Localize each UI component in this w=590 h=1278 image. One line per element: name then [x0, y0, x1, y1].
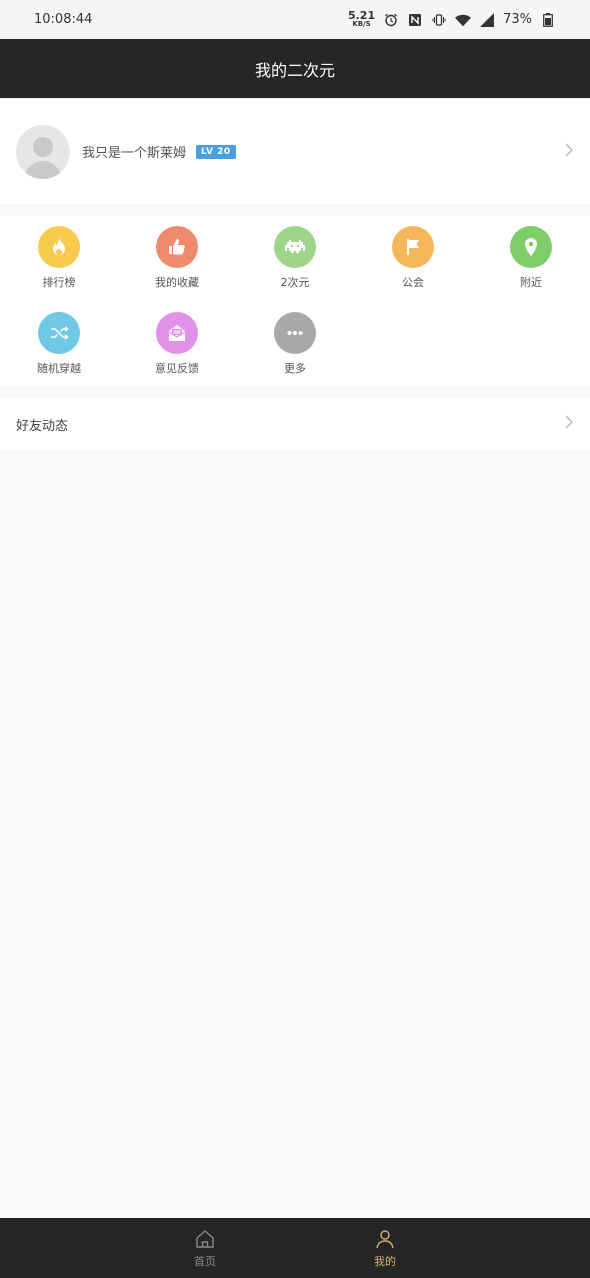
grid-label: 我的收藏: [155, 276, 199, 289]
grid-icon-bg: [392, 226, 434, 268]
battery-percent: 73%: [503, 12, 532, 27]
grid-item-favorites[interactable]: 我的收藏: [118, 226, 236, 290]
home-icon: [196, 1229, 214, 1248]
level-badge: LV 20: [196, 144, 236, 159]
grid-label: 更多: [284, 362, 306, 375]
net-speed: 5.21 KB/S: [347, 8, 376, 29]
signal-icon: [479, 12, 495, 27]
mail-open-icon: [168, 325, 186, 341]
vibrate-icon: [431, 13, 447, 27]
alarm-icon: [383, 13, 399, 27]
default-avatar-icon: [24, 136, 62, 179]
grid-icon-bg: [156, 226, 198, 268]
location-pin-icon: [525, 238, 537, 256]
status-time: 10:08:44: [34, 12, 93, 27]
nav-home-label: 首页: [194, 1254, 216, 1268]
friends-activity-label: 好友动态: [16, 418, 69, 434]
grid-item-random-travel[interactable]: 随机穿越: [0, 312, 118, 376]
grid-label: 随机穿越: [37, 362, 81, 375]
grid-icon-bg: [510, 226, 552, 268]
net-speed-unit: KB/S: [352, 19, 371, 28]
grid-item-2d[interactable]: 2次元: [236, 226, 354, 290]
nfc-icon: [407, 13, 423, 27]
space-invader-icon: [285, 240, 305, 253]
status-bar: 10:08:44 5.21 KB/S 73%: [0, 0, 590, 39]
grid-icon-bg: [274, 312, 316, 354]
battery-icon: [540, 12, 556, 27]
profile-card[interactable]: 我只是一个斯莱姆 LV 20: [0, 98, 590, 204]
username: 我只是一个斯莱姆: [82, 146, 187, 161]
grid-icon-bg: [38, 312, 80, 354]
shuffle-icon: [51, 326, 69, 340]
feature-grid: 排行榜 我的收藏 2次元 公会 附近 随机穿越 意见反馈 更多: [0, 216, 590, 386]
wifi-icon: [455, 13, 472, 27]
net-speed-value: 5.21: [347, 8, 376, 22]
user-icon: [376, 1229, 394, 1248]
fire-icon: [53, 238, 65, 255]
app-header: 我的二次元: [0, 39, 590, 98]
grid-item-guild[interactable]: 公会: [354, 226, 472, 290]
nav-home[interactable]: 首页: [165, 1218, 245, 1278]
friends-activity-row[interactable]: 好友动态: [0, 398, 590, 450]
grid-label: 意见反馈: [155, 362, 199, 375]
chevron-right-icon: [564, 142, 574, 162]
thumbs-up-icon: [169, 239, 185, 255]
grid-label: 公会: [402, 276, 424, 289]
grid-item-more[interactable]: 更多: [236, 312, 354, 376]
more-dots-icon: [287, 331, 303, 335]
page-title: 我的二次元: [254, 60, 335, 80]
grid-item-nearby[interactable]: 附近: [472, 226, 590, 290]
grid-label: 附近: [520, 276, 542, 289]
grid-icon-bg: [274, 226, 316, 268]
avatar[interactable]: [16, 124, 70, 179]
grid-label: 2次元: [280, 276, 310, 289]
nav-mine-label: 我的: [374, 1254, 396, 1268]
grid-item-ranking[interactable]: 排行榜: [0, 226, 118, 290]
status-icons: 5.21 KB/S 73%: [347, 8, 556, 29]
grid-item-feedback[interactable]: 意见反馈: [118, 312, 236, 376]
flag-icon: [407, 239, 419, 255]
nav-mine[interactable]: 我的: [345, 1218, 425, 1278]
grid-icon-bg: [156, 312, 198, 354]
grid-icon-bg: [38, 226, 80, 268]
bottom-nav: 首页 我的: [0, 1218, 590, 1278]
grid-label: 排行榜: [42, 276, 76, 289]
chevron-right-icon: [564, 414, 574, 434]
